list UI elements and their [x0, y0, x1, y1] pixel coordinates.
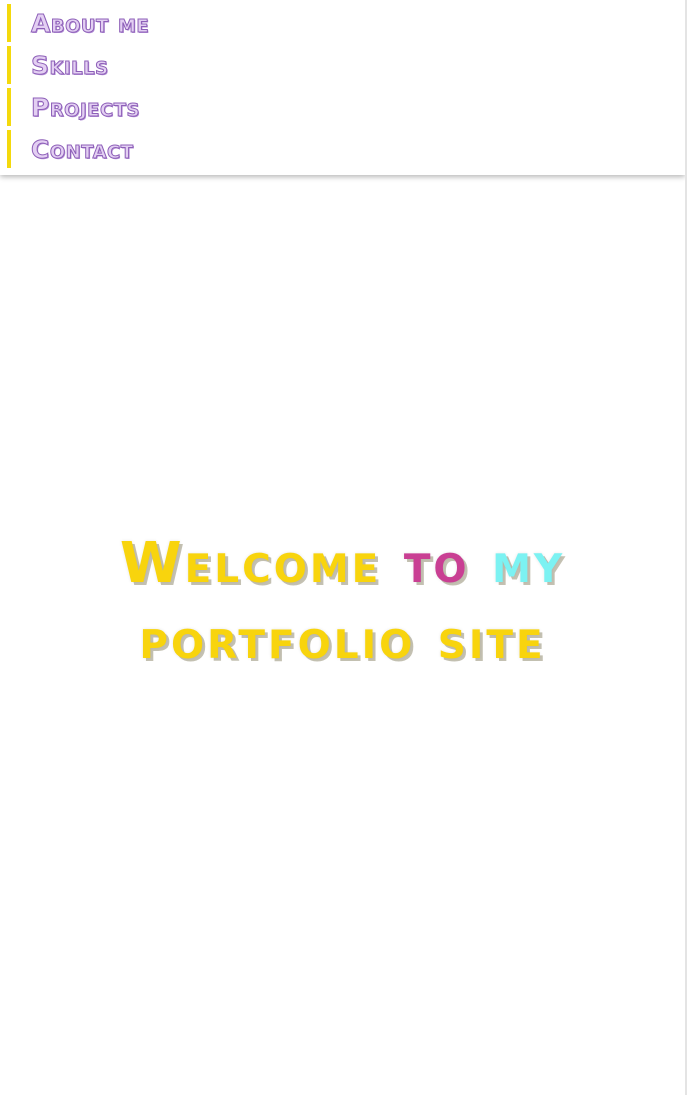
nav-item-contact[interactable]: Contact	[7, 130, 685, 168]
nav-list: About me Skills Projects Contact	[0, 0, 685, 168]
hero-line-1: Welcome to my	[0, 526, 685, 602]
nav-item-about-me[interactable]: About me	[7, 4, 685, 42]
hero-word-welcome: Welcome	[119, 531, 382, 596]
top-navigation: About me Skills Projects Contact	[0, 0, 685, 175]
nav-item-label: Contact	[31, 134, 134, 164]
hero-heading: Welcome to my portfolio site	[0, 526, 685, 678]
nav-item-skills[interactable]: Skills	[7, 46, 685, 84]
nav-item-label: Skills	[31, 50, 109, 80]
nav-item-projects[interactable]: Projects	[7, 88, 685, 126]
hero-word-my: my	[492, 531, 566, 596]
hero-word-to: to	[403, 531, 470, 596]
hero-words-portfolio-site: portfolio site	[139, 607, 546, 672]
hero-line-2: portfolio site	[0, 602, 685, 678]
nav-item-label: Projects	[31, 92, 140, 122]
nav-item-label: About me	[30, 8, 150, 38]
